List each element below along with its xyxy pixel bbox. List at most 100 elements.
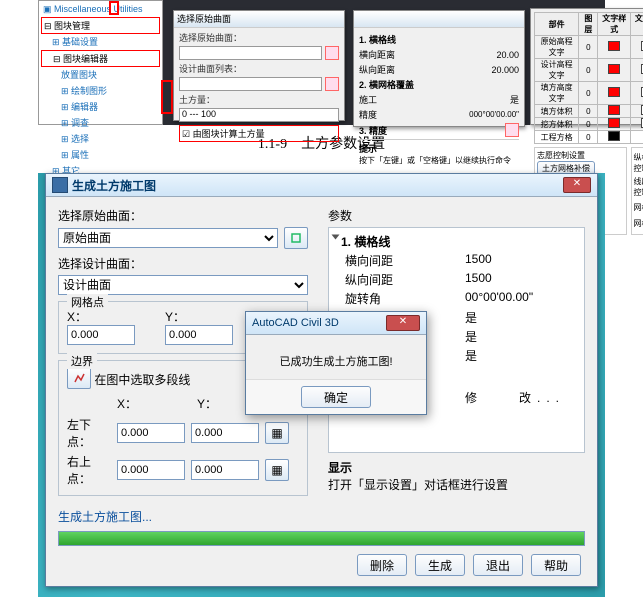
display-hint: 打开「显示设置」对话框进行设置 <box>328 476 585 493</box>
messagebox-text: 已成功生成土方施工图! <box>246 335 426 379</box>
ok-button[interactable]: 确定 <box>301 386 371 408</box>
pick-polyline-icon[interactable] <box>67 367 91 389</box>
design-combo[interactable] <box>179 77 322 91</box>
progress-label: 生成土方施工图... <box>58 508 585 525</box>
y-label: Y： <box>197 395 217 412</box>
value: 20.00 <box>496 50 519 60</box>
table-row[interactable]: 设计高程文字03.00—— <box>535 59 643 82</box>
tree-panel: ▣ Miscellaneous Utilities ⊟ 图块管理 ⊞ 基础设置 … <box>38 0 163 125</box>
exit-button[interactable]: 退出 <box>473 554 523 576</box>
tr-x-input[interactable] <box>117 460 185 480</box>
hint-label: 提示 <box>359 144 377 154</box>
tree-item[interactable]: ⊟ 图块管理 <box>41 17 160 34</box>
messagebox-title: AutoCAD Civil 3D <box>252 317 339 329</box>
table-row[interactable]: 工程方格0 <box>535 131 643 144</box>
modify-link[interactable]: 修 改... <box>465 389 582 406</box>
group-title: 网格点 <box>67 294 108 310</box>
grid-params-dialog: 1. 横格线 横向距离20.00 纵向距离20.000 2. 横网格覆盖 施工是… <box>353 10 525 127</box>
label: 选择原始曲面： <box>58 207 308 224</box>
hint-text: 按下「左键」或「空格键」以继续执行命令 <box>359 156 511 165</box>
red-marker <box>109 1 119 15</box>
table-row[interactable]: 填方高度文字03.00—— <box>535 82 643 105</box>
pick-icon[interactable] <box>505 123 519 137</box>
col: 部件 <box>535 13 579 36</box>
tree-item[interactable]: ⊞ 编辑器 <box>41 99 160 115</box>
tree-item[interactable]: 放置图块 <box>41 67 160 83</box>
delete-button[interactable]: 删除 <box>357 554 407 576</box>
param-value[interactable]: 是 <box>465 328 582 345</box>
value: 是 <box>510 93 519 106</box>
select-surface-dialog: 选择原始曲面 选择原始曲面： 设计曲面列表： 土方量： 0 --- 100 ☑ … <box>173 10 345 121</box>
label: 精度 <box>359 108 377 121</box>
label: 2. 横网格覆盖 <box>359 78 414 91</box>
table-row[interactable]: 挖方体积03.00—— <box>535 118 643 131</box>
display-label: 显示 <box>328 459 585 476</box>
label: 施工 <box>359 93 377 106</box>
tree-item[interactable]: ⊞ 调查 <box>41 115 160 131</box>
orig-surface-combo[interactable]: 原始曲面 <box>58 228 278 248</box>
pick-icon[interactable] <box>284 227 308 249</box>
param-key: 旋转角 <box>331 290 465 307</box>
table-row[interactable]: 原始高程文字03.00—— <box>535 36 643 59</box>
label: 线段间距标注控制 <box>634 176 643 198</box>
value: 20.000 <box>491 65 519 75</box>
col: 图层 <box>579 13 598 36</box>
param-value[interactable]: 是 <box>465 347 582 364</box>
cad-workspace: 选择原始曲面 选择原始曲面： 设计曲面列表： 土方量： 0 --- 100 ☑ … <box>163 0 605 125</box>
pick-icon[interactable]: ▦ <box>265 422 289 444</box>
label: 网格编号控制 <box>634 202 643 213</box>
tree-item[interactable]: ⊞ 属性 <box>41 147 160 163</box>
label: 志愿控制设置 <box>537 150 624 161</box>
tree-item[interactable]: ⊟ 图块编辑器 <box>41 50 160 67</box>
param-value[interactable]: 1500 <box>465 252 582 269</box>
label: 纵向距离 <box>359 63 395 76</box>
tr-y-input[interactable] <box>191 460 259 480</box>
collapse-icon[interactable] <box>332 235 340 240</box>
col: 文字高度 <box>631 13 643 36</box>
label: 土方量： <box>179 93 339 106</box>
label: 网格标高控制 <box>634 218 643 229</box>
label: 选择设计曲面： <box>58 255 308 272</box>
bl-y-input[interactable] <box>191 423 259 443</box>
pick-polyline-label: 在图中选取多段线 <box>94 373 190 387</box>
bl-x-input[interactable] <box>117 423 185 443</box>
param-key: 横向间距 <box>331 252 465 269</box>
tree-item[interactable]: ▣ Miscellaneous Utilities <box>41 3 160 17</box>
label: 1. 横格线 <box>359 33 396 46</box>
table-row[interactable]: 填方体积03.00—— <box>535 105 643 118</box>
close-icon[interactable]: ✕ <box>563 177 591 193</box>
pick-icon[interactable] <box>325 46 339 60</box>
pick-icon[interactable]: ▦ <box>265 459 289 481</box>
success-messagebox: AutoCAD Civil 3D ✕ 已成功生成土方施工图! 确定 <box>245 311 427 415</box>
tree-item[interactable]: ⊞ 基础设置 <box>41 34 160 50</box>
param-key: 纵向间距 <box>331 271 465 288</box>
top-composite: ▣ Miscellaneous Utilities ⊟ 图块管理 ⊞ 基础设置 … <box>38 0 605 125</box>
value: 000°00'00.00" <box>469 110 519 119</box>
highlighted-option[interactable]: ☑ 由图块计算土方量 <box>179 125 339 142</box>
label: 3. 精度 <box>359 124 387 137</box>
style-table: 部件图层文字样式文字高度Location样式 原始高程文字03.00—— 设计高… <box>534 12 643 144</box>
generate-button[interactable]: 生成 <box>415 554 465 576</box>
tree-item[interactable]: ⊞ 选择 <box>41 131 160 147</box>
design-surface-combo[interactable]: 设计曲面 <box>58 275 308 295</box>
range-input[interactable]: 0 --- 100 <box>179 108 339 122</box>
grid-x-input[interactable] <box>67 325 135 345</box>
y-label: Y： <box>165 308 181 325</box>
label: 纵横间距标注控制 <box>634 152 643 174</box>
dialog-title: 选择原始曲面 <box>174 11 344 28</box>
bl-label: 左下点： <box>67 416 111 450</box>
param-value[interactable]: 是 <box>465 309 582 326</box>
param-value[interactable]: 1500 <box>465 271 582 288</box>
label: 选择原始曲面： <box>179 31 339 44</box>
param-value[interactable]: 00°00'00.00" <box>465 290 582 307</box>
help-button[interactable]: 帮助 <box>531 554 581 576</box>
grid-y-input[interactable] <box>165 325 233 345</box>
section-header: 1. 横格线 <box>341 233 390 250</box>
surface-combo[interactable] <box>179 46 322 60</box>
dialog-title: 生成土方施工图 <box>72 177 156 194</box>
group-title: 边界 <box>67 353 97 369</box>
pick-icon[interactable] <box>325 77 339 91</box>
checkbox-label: 由图块计算土方量 <box>193 129 265 139</box>
tree-item[interactable]: ⊞ 绘制图形 <box>41 83 160 99</box>
close-icon[interactable]: ✕ <box>386 315 420 331</box>
